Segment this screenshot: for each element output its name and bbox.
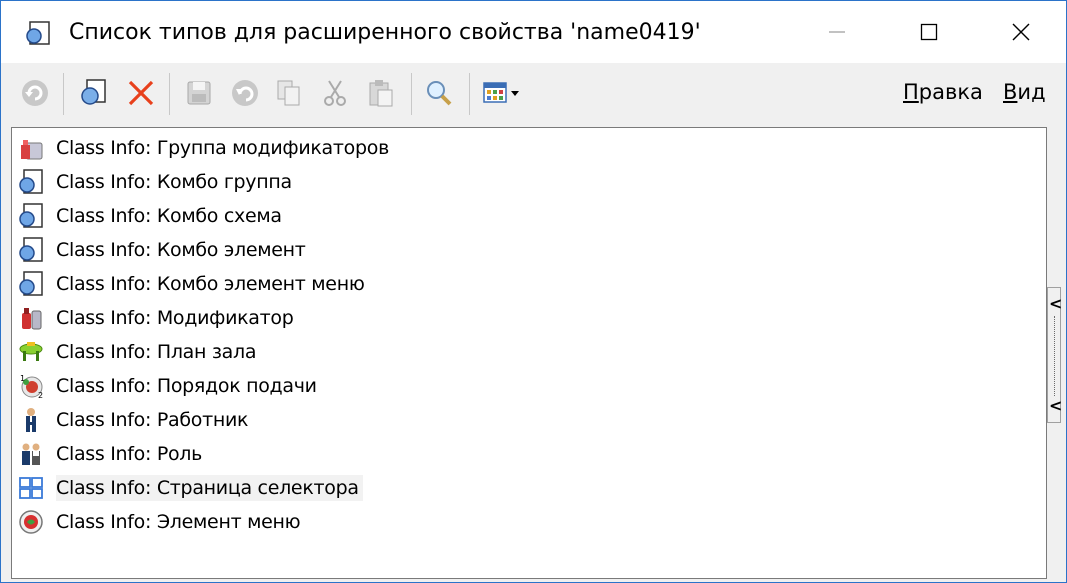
list-item[interactable]: Class Info: Работник	[12, 403, 1046, 437]
toolbar: Правка Вид	[1, 63, 1066, 125]
menu-edit-label: равка	[918, 80, 983, 104]
maximize-button[interactable]	[883, 1, 975, 63]
copy-button[interactable]	[271, 75, 307, 111]
refresh-button[interactable]	[17, 75, 53, 111]
menu-view-access-key: В	[1003, 80, 1018, 104]
list-item[interactable]: Class Info: План зала	[12, 335, 1046, 369]
cut-button[interactable]	[317, 75, 353, 111]
title-bar[interactable]: Список типов для расширенного свойства '…	[1, 1, 1066, 63]
list-item-label: Class Info: Страница селектора	[56, 475, 363, 501]
minimize-button[interactable]	[791, 1, 883, 63]
list-item[interactable]: Class Info: Роль	[12, 437, 1046, 471]
list-item-selected[interactable]: Class Info: Страница селектора	[12, 471, 1046, 505]
combo-icon	[18, 237, 44, 263]
refresh-icon	[22, 80, 48, 106]
paste-icon	[369, 80, 393, 107]
list-item[interactable]: Class Info: Группа модификаторов	[12, 131, 1046, 165]
dialog-window: Список типов для расширенного свойства '…	[0, 0, 1067, 583]
list-item-label: Class Info: Комбо схема	[56, 205, 282, 227]
list-item-label: Class Info: Роль	[56, 443, 203, 465]
search-button[interactable]	[421, 75, 457, 111]
employee-icon	[18, 407, 44, 433]
grip-dots	[1054, 316, 1055, 396]
save-button[interactable]	[181, 75, 217, 111]
close-icon	[1012, 23, 1030, 41]
combo-icon	[18, 169, 44, 195]
list-item-label: Class Info: План зала	[56, 341, 257, 363]
list-item[interactable]: Class Info: Комбо элемент	[12, 233, 1046, 267]
combo-icon	[18, 203, 44, 229]
svg-text:1: 1	[20, 374, 25, 383]
list-item-label: Class Info: Работник	[56, 409, 249, 431]
combo-class-icon	[25, 21, 51, 47]
list-item-label: Class Info: Комбо элемент	[56, 239, 306, 261]
list-item[interactable]: Class Info: Комбо группа	[12, 165, 1046, 199]
panel-collapse-handle[interactable]: < <	[1047, 287, 1063, 423]
combo-icon	[18, 271, 44, 297]
undo-button[interactable]	[227, 75, 263, 111]
list-item[interactable]: Class Info: Модификатор	[12, 301, 1046, 335]
list-item-label: Class Info: Группа модификаторов	[56, 137, 389, 159]
maximize-icon	[920, 23, 938, 41]
minimize-icon	[829, 31, 845, 33]
list-item-label: Class Info: Комбо группа	[56, 171, 292, 193]
delete-button[interactable]	[123, 75, 159, 111]
paste-button[interactable]	[363, 75, 399, 111]
list-item[interactable]: Class Info: Комбо элемент меню	[12, 267, 1046, 301]
window-title: Список типов для расширенного свойства '…	[69, 20, 701, 45]
modifier-group-icon	[18, 135, 44, 161]
list-item-label: Class Info: Элемент меню	[56, 511, 301, 533]
list-item[interactable]: 12 Class Info: Порядок подачи	[12, 369, 1046, 403]
menu-edit[interactable]: Правка	[903, 77, 983, 107]
cut-icon	[324, 80, 346, 106]
save-icon	[187, 81, 211, 105]
modifier-icon	[18, 305, 44, 331]
toolbar-separator	[469, 73, 470, 115]
list-item-label: Class Info: Порядок подачи	[56, 375, 317, 397]
svg-text:2: 2	[38, 391, 43, 399]
undo-icon	[232, 80, 258, 106]
toolbar-separator	[411, 73, 412, 115]
new-icon	[81, 79, 106, 105]
menu-edit-access-key: П	[903, 80, 919, 104]
list-item[interactable]: Class Info: Комбо схема	[12, 199, 1046, 233]
view-grid-dropdown-button[interactable]	[481, 75, 527, 111]
menu-view-label: ид	[1017, 80, 1046, 104]
toolbar-separator	[169, 73, 170, 115]
copy-icon	[277, 80, 300, 106]
toolbar-separator	[63, 73, 64, 115]
delete-icon	[128, 80, 154, 106]
list-item[interactable]: Class Info: Элемент меню	[12, 505, 1046, 539]
collapse-arrow-icon: <	[1049, 396, 1063, 415]
list-item-label: Class Info: Модификатор	[56, 307, 294, 329]
close-button[interactable]	[975, 1, 1067, 63]
view-grid-dropdown-icon	[483, 82, 519, 103]
menu-view[interactable]: Вид	[1003, 77, 1046, 107]
menu-item-icon	[18, 509, 44, 535]
list-item-label: Class Info: Комбо элемент меню	[56, 273, 365, 295]
serving-order-icon: 12	[18, 373, 44, 400]
types-list[interactable]: Class Info: Группа модификаторов Class I…	[11, 127, 1047, 579]
search-icon	[427, 81, 452, 106]
role-icon	[18, 441, 44, 467]
collapse-arrow-icon: <	[1049, 294, 1063, 313]
new-button[interactable]	[75, 75, 111, 111]
hall-plan-icon	[18, 339, 44, 365]
selector-page-icon	[18, 475, 44, 501]
